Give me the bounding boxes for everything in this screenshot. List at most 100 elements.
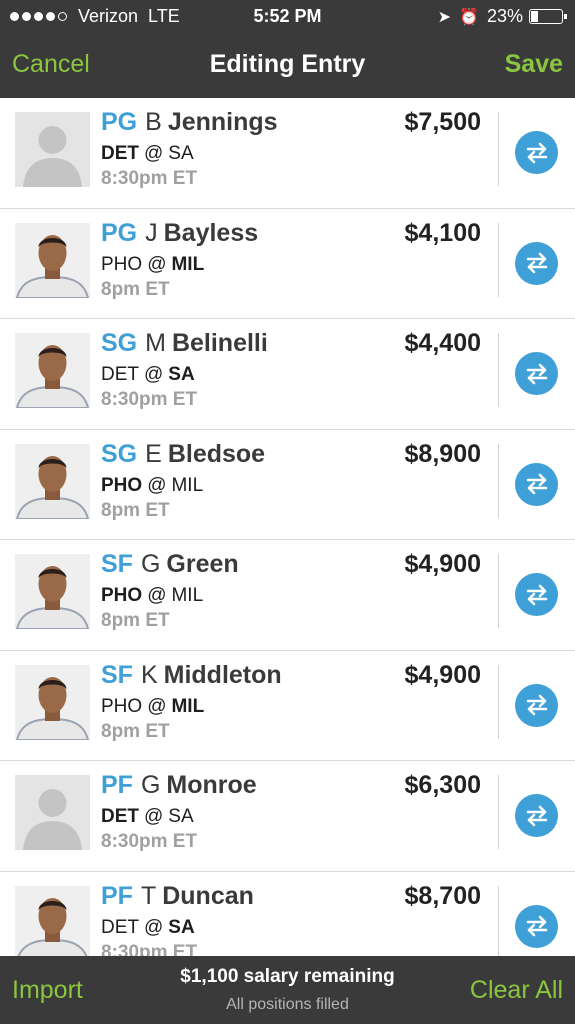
player-initial: M	[145, 329, 166, 357]
save-button[interactable]: Save	[505, 50, 563, 79]
player-heading: PF T Duncan	[101, 882, 254, 911]
swap-player-button[interactable]	[515, 241, 558, 285]
player-row[interactable]: PF T Duncan DET @ SA 8:30pm ET $8,700	[0, 872, 575, 957]
player-name: Bledsoe	[167, 439, 266, 468]
player-initial: E	[145, 439, 162, 468]
team-home: DET	[101, 364, 139, 385]
swap-arrows-icon	[526, 584, 547, 605]
swap-player-button[interactable]	[515, 794, 558, 837]
player-position: PF	[101, 881, 133, 910]
game-time: 8pm ET	[101, 278, 170, 300]
player-initial: G	[140, 550, 161, 578]
game-time: 8:30pm ET	[101, 941, 198, 957]
player-row[interactable]: PF G Monroe DET @ SA 8:30pm ET $6,300	[0, 761, 575, 872]
player-heading: PG B Jennings	[101, 108, 278, 137]
team-home: DET	[101, 916, 139, 938]
player-name: Green	[166, 550, 239, 578]
row-divider	[498, 775, 499, 849]
clear-all-button[interactable]: Clear All	[470, 976, 563, 1005]
cancel-button[interactable]: Cancel	[12, 50, 90, 79]
player-photo	[15, 222, 90, 298]
player-salary: $6,300	[404, 771, 481, 799]
player-photo	[15, 664, 90, 740]
player-heading: PG J Bayless	[101, 219, 258, 248]
player-position: PF	[101, 771, 133, 799]
player-position: SG	[101, 329, 138, 357]
matchup: PHO @ MIL	[101, 254, 209, 276]
team-away: SA	[168, 806, 194, 827]
at-symbol: @	[147, 695, 167, 717]
player-salary: $4,400	[404, 329, 481, 357]
player-photo	[15, 443, 90, 519]
player-initial: G	[140, 771, 161, 799]
player-initial: T	[140, 881, 157, 910]
swap-player-button[interactable]	[515, 131, 558, 174]
matchup: DET @ SA	[101, 364, 200, 386]
game-time: 8:30pm ET	[101, 389, 198, 410]
player-photo	[15, 333, 90, 408]
player-row[interactable]: SG E Bledsoe PHO @ MIL 8pm ET $8,900	[0, 430, 575, 540]
alarm-icon: ⏰	[459, 8, 479, 26]
battery-icon	[529, 9, 567, 24]
player-photo	[15, 775, 90, 850]
swap-player-button[interactable]	[515, 352, 558, 395]
team-away: SA	[168, 364, 195, 385]
player-row[interactable]: SG M Belinelli DET @ SA 8:30pm ET $4,400	[0, 319, 575, 430]
team-home: PHO	[101, 585, 143, 606]
player-heading: SG M Belinelli	[101, 329, 268, 358]
team-home: DET	[101, 143, 139, 164]
swap-player-button[interactable]	[515, 462, 558, 506]
team-home: PHO	[101, 695, 143, 717]
game-time: 8pm ET	[101, 610, 170, 631]
swap-arrows-icon	[526, 805, 547, 826]
swap-arrows-icon	[526, 915, 547, 937]
player-salary: $7,500	[404, 108, 481, 136]
swap-arrows-icon	[526, 252, 547, 274]
row-divider	[498, 885, 499, 956]
at-symbol: @	[147, 474, 167, 496]
player-salary: $4,900	[404, 550, 481, 578]
lineup-list[interactable]: PG B Jennings DET @ SA 8:30pm ET $7,500 PG J Bayle…	[0, 98, 575, 956]
swap-arrows-icon	[526, 473, 547, 495]
player-row[interactable]: SF G Green PHO @ MIL 8pm ET $4,900	[0, 540, 575, 651]
team-home: PHO	[101, 474, 143, 496]
team-away: MIL	[171, 474, 204, 496]
import-button[interactable]: Import	[12, 976, 83, 1005]
row-divider	[498, 664, 499, 739]
matchup: DET @ SA	[101, 143, 199, 165]
player-name: Belinelli	[171, 329, 268, 357]
at-symbol: @	[144, 806, 164, 827]
at-symbol: @	[144, 916, 164, 938]
location-arrow-icon: ➤	[437, 8, 452, 26]
swap-player-button[interactable]	[515, 683, 558, 727]
swap-player-button[interactable]	[515, 904, 558, 948]
player-row[interactable]: PG J Bayless PHO @ MIL 8pm ET $4,100	[0, 209, 575, 319]
team-home: DET	[101, 806, 139, 827]
player-position: SF	[101, 550, 133, 578]
swap-player-button[interactable]	[515, 573, 558, 616]
player-photo	[15, 112, 90, 187]
player-row[interactable]: SF K Middleton PHO @ MIL 8pm ET $4,900	[0, 651, 575, 761]
at-symbol: @	[147, 253, 167, 275]
player-name: Middleton	[163, 660, 282, 689]
row-divider	[498, 112, 499, 186]
row-divider	[498, 443, 499, 518]
matchup: PHO @ MIL	[101, 696, 209, 718]
player-name: Bayless	[163, 218, 259, 247]
matchup: PHO @ MIL	[101, 475, 208, 497]
row-divider	[498, 333, 499, 407]
player-name: Monroe	[166, 771, 257, 799]
player-position: SF	[101, 660, 133, 689]
player-salary: $4,900	[404, 660, 481, 689]
player-salary: $8,700	[404, 881, 481, 910]
player-initial: B	[145, 108, 162, 136]
player-position: PG	[101, 108, 138, 136]
team-away: MIL	[171, 695, 205, 717]
swap-arrows-icon	[526, 363, 547, 384]
status-bar: Verizon LTE 5:52 PM ➤ ⏰ 23%	[0, 0, 575, 34]
player-row[interactable]: PG B Jennings DET @ SA 8:30pm ET $7,500	[0, 98, 575, 209]
player-heading: SG E Bledsoe	[101, 440, 265, 469]
game-time: 8pm ET	[101, 499, 170, 521]
player-heading: PF G Monroe	[101, 771, 257, 800]
at-symbol: @	[144, 143, 164, 164]
